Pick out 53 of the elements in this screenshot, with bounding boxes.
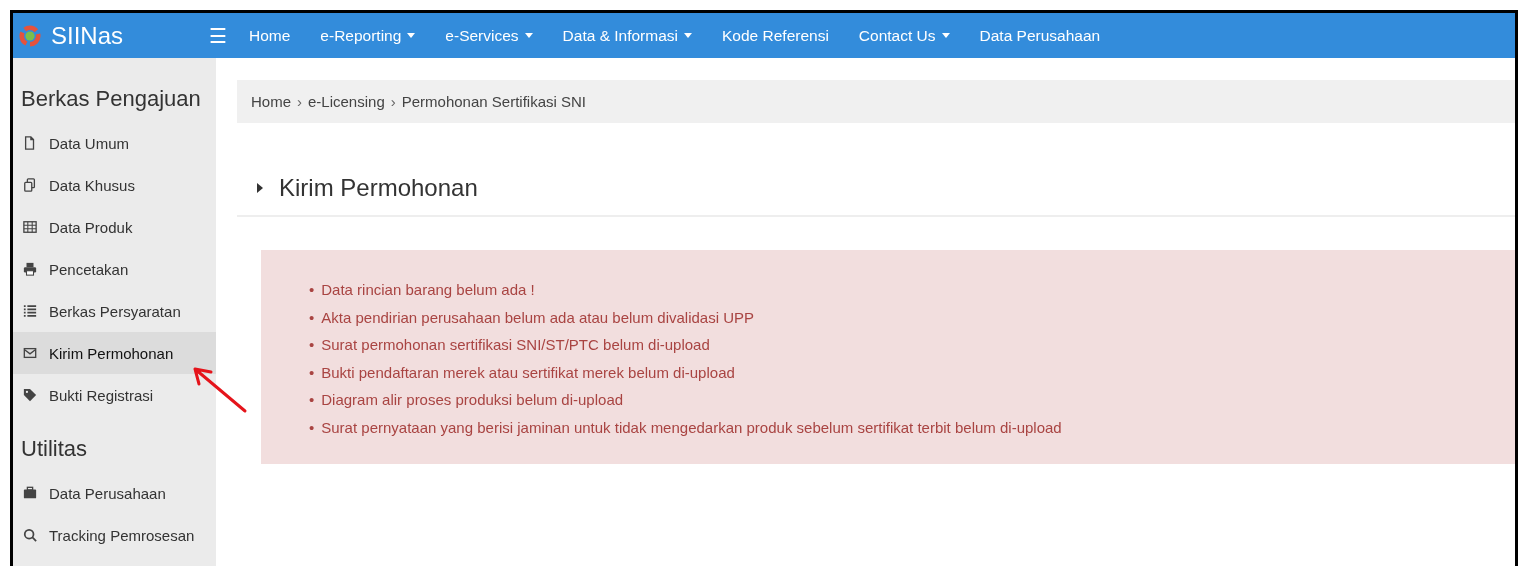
- nav-link[interactable]: e-Reporting: [320, 26, 416, 45]
- nav-link[interactable]: Data Perusahaan: [979, 26, 1101, 45]
- sidebar-item[interactable]: Kirim Permohonan: [13, 332, 216, 374]
- briefcase-icon: [23, 486, 37, 500]
- bullet-icon: •: [309, 418, 315, 437]
- error-message: Surat pernyataan yang berisi jaminan untuk tidak mengedarkan produk sebelum sertifikat terbit belum di-upload: [321, 418, 1062, 437]
- bullet-icon: •: [309, 363, 315, 382]
- list-icon: [23, 304, 37, 318]
- nav-link[interactable]: e-Services: [445, 26, 533, 45]
- caret-icon: [684, 33, 692, 38]
- sidebar-item[interactable]: Tracking Pemrosesan: [13, 514, 216, 556]
- sidebar-item[interactable]: Berkas Persyaratan: [13, 290, 216, 332]
- table-icon: [23, 220, 37, 234]
- caret-icon: [941, 33, 950, 38]
- sidebar-item[interactable]: Data Khusus: [13, 164, 216, 206]
- error-message: Bukti pendaftaran merek atau sertifikat merek belum di-upload: [321, 363, 735, 382]
- bullet-icon: •: [309, 308, 315, 327]
- error-message: Surat permohonan sertifikasi SNI/ST/PTC belum di-upload: [321, 336, 710, 354]
- search-icon: [23, 528, 37, 542]
- sidebar-item[interactable]: Pencetakan: [13, 248, 216, 290]
- nav-link[interactable]: Data & Informasi: [562, 26, 692, 45]
- section-heading: Utilitas: [20, 436, 88, 463]
- caret-icon: [524, 33, 533, 38]
- sidebar-item[interactable]: Data Perusahaan: [13, 472, 216, 514]
- breadcrumb-link[interactable]: Home: [251, 93, 291, 110]
- nav-link[interactable]: Home: [249, 26, 291, 45]
- nav-link[interactable]: Kode Referensi: [722, 26, 829, 45]
- page-title: Kirim Permohonan: [279, 174, 478, 202]
- separator-icon: ›: [390, 93, 396, 110]
- file-icon: [23, 136, 37, 150]
- copy-icon: [23, 178, 37, 192]
- envelope-icon: [23, 346, 37, 360]
- bullet-icon: •: [309, 336, 315, 354]
- sidebar-item[interactable]: Data Produk: [13, 206, 216, 248]
- error-message: Akta pendirian perusahaan belum ada atau belum divalidasi UPP: [321, 308, 755, 327]
- bullet-icon: •: [309, 281, 315, 299]
- separator-icon: ›: [297, 93, 302, 110]
- breadcrumb-link[interactable]: e-Licensing: [308, 93, 385, 110]
- menu-icon[interactable]: ☰: [209, 23, 227, 48]
- section-heading: Berkas Pengajuan: [20, 86, 202, 113]
- caret-icon: [257, 183, 263, 193]
- brand-name[interactable]: SIINas: [51, 21, 124, 50]
- nav-link[interactable]: Contact Us: [858, 26, 950, 45]
- printer-icon: [23, 262, 37, 276]
- sidebar-item[interactable]: Data Umum: [13, 122, 216, 164]
- breadcrumb-link[interactable]: Permohonan Sertifikasi SNI: [401, 93, 586, 110]
- caret-icon: [407, 33, 416, 38]
- logo-icon: [19, 24, 41, 47]
- error-message: Data rincian barang belum ada !: [321, 281, 535, 299]
- error-message: Diagram alir proses produksi belum di-upload: [321, 391, 624, 409]
- sidebar-item[interactable]: Bukti Registrasi: [13, 374, 216, 416]
- tag-icon: [23, 388, 37, 402]
- bullet-icon: •: [309, 391, 315, 409]
